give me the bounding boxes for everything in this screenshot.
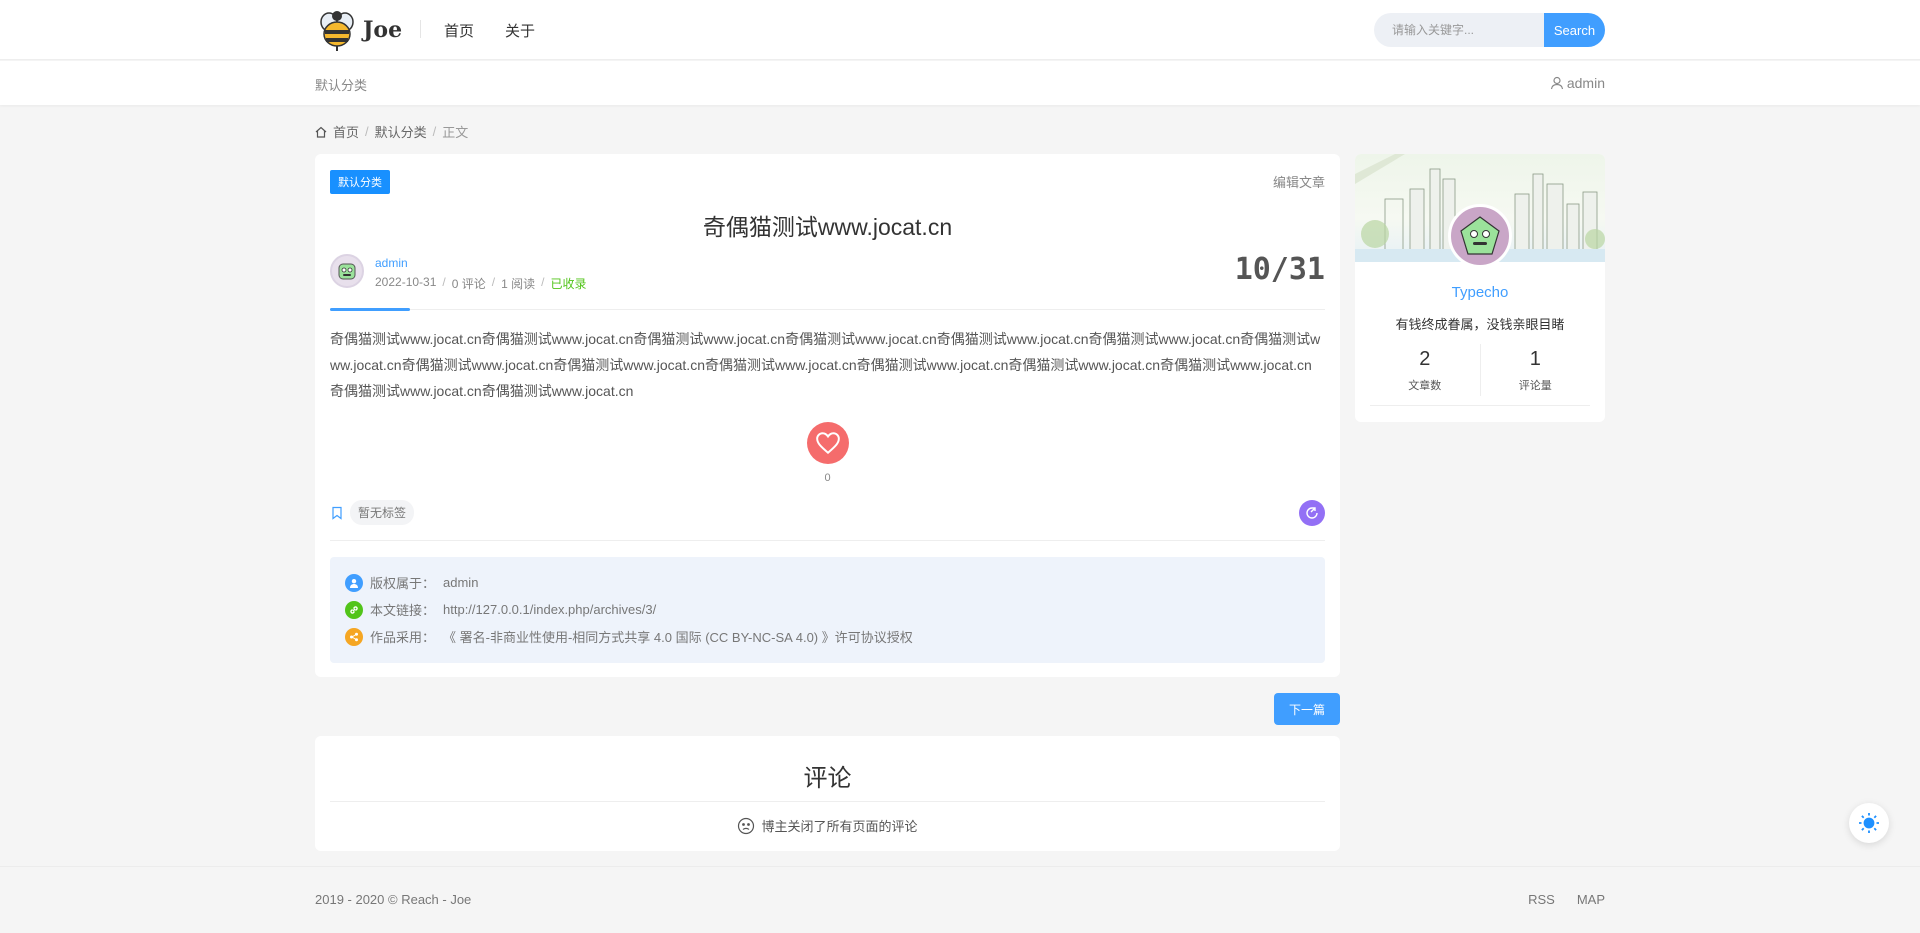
robot-avatar-icon xyxy=(1460,216,1500,255)
sun-icon xyxy=(1859,813,1879,833)
breadcrumb-category[interactable]: 默认分类 xyxy=(375,122,427,141)
breadcrumb-current: 正文 xyxy=(442,125,469,140)
breadcrumb-separator: / xyxy=(365,124,369,139)
search-bar: Search xyxy=(1374,13,1605,47)
top-header: Joe 首页 关于 Search xyxy=(0,0,1920,60)
meta-separator: / xyxy=(491,275,496,289)
meta-separator: / xyxy=(541,275,545,289)
copyright-box: 版权属于： admin 本文链接： http://127.0.0.1/index… xyxy=(330,557,1325,663)
stat-comments-label: 评论量 xyxy=(1518,380,1552,392)
next-post-button[interactable]: 下一篇 xyxy=(1274,693,1340,725)
copyright-owner-row: 版权属于： admin xyxy=(345,569,1310,596)
share-button[interactable] xyxy=(1299,500,1325,526)
article-category-tag[interactable]: 默认分类 xyxy=(330,170,390,194)
stat-comments-value: 1 xyxy=(1529,348,1541,370)
article-tags: 暂无标签 xyxy=(330,500,415,525)
search-input[interactable] xyxy=(1374,13,1544,47)
footer-copyright: 2019 - 2020 © Reach - Joe xyxy=(315,892,472,907)
search-button[interactable]: Search xyxy=(1544,13,1605,47)
share-nodes-icon xyxy=(345,627,363,646)
copyright-link[interactable]: http://127.0.0.1/index.php/archives/3/ xyxy=(443,602,656,617)
share-icon xyxy=(1306,507,1318,519)
article-read-count: 1 阅读 xyxy=(501,277,536,291)
comments-divider xyxy=(330,801,1325,802)
article-day-badge: 10/31 xyxy=(1234,252,1325,287)
article-meta-info: 2022-10-31 / 0 评论 / 1 阅读 / 已收录 xyxy=(375,275,586,292)
nav-home-link[interactable]: 首页 xyxy=(444,20,474,41)
tags-divider xyxy=(330,540,1325,541)
meta-separator: / xyxy=(442,275,446,289)
sidebar-avatar[interactable] xyxy=(1448,204,1512,268)
theme-toggle-button[interactable] xyxy=(1849,803,1889,843)
copyright-owner: admin xyxy=(443,575,479,590)
subheader-user-name: admin xyxy=(1566,75,1605,91)
comments-closed-notice: 博主关闭了所有页面的评论 xyxy=(315,816,1340,835)
sidebar-author-name[interactable]: Typecho xyxy=(1355,284,1605,301)
stat-posts-label: 文章数 xyxy=(1408,380,1442,392)
footer-map-link[interactable]: MAP xyxy=(1577,892,1605,907)
breadcrumb-home[interactable]: 首页 xyxy=(333,122,359,141)
footer-rss-link[interactable]: RSS xyxy=(1528,892,1555,907)
like-count: 0 xyxy=(824,472,831,484)
copyright-license: 《 署名-非商业性使用-相同方式共享 4.0 国际 (CC BY-NC-SA 4… xyxy=(443,630,913,645)
edit-article-link[interactable]: 编辑文章 xyxy=(1273,172,1325,191)
nav-about-link[interactable]: 关于 xyxy=(505,20,535,41)
bookmark-icon xyxy=(332,506,342,520)
copyright-owner-label: 版权属于： xyxy=(370,576,436,591)
article-title: 奇偶猫测试www.jocat.cn xyxy=(702,214,953,240)
comments-card: 评论 博主关闭了所有页面的评论 xyxy=(315,736,1340,851)
bee-logo-icon xyxy=(320,11,354,51)
subheader-user-link[interactable]: admin xyxy=(1550,75,1605,91)
copyright-license-row: 作品采用： 《 署名-非商业性使用-相同方式共享 4.0 国际 (CC BY-N… xyxy=(345,623,1310,650)
user-icon xyxy=(1550,76,1563,90)
stat-comments: 1 评论量 xyxy=(1479,344,1591,396)
article-card: 默认分类 编辑文章 奇偶猫测试www.jocat.cn admin 2022-1… xyxy=(315,154,1340,677)
site-footer: 2019 - 2020 © Reach - Joe RSS MAP xyxy=(0,866,1920,933)
sidebar-stats: 2 文章数 1 评论量 xyxy=(1370,344,1590,396)
home-icon xyxy=(315,126,327,138)
like-button[interactable] xyxy=(807,422,849,464)
article-meta: admin 2022-10-31 / 0 评论 / 1 阅读 / 已收录 10/… xyxy=(330,252,1325,310)
robot-avatar-icon xyxy=(338,263,356,280)
heart-icon xyxy=(816,432,840,455)
meta-divider-accent xyxy=(330,308,410,311)
author-name[interactable]: admin xyxy=(375,256,408,270)
comments-title: 评论 xyxy=(803,765,852,792)
author-sidebar-card: Typecho 有钱终成眷属，没钱亲眼目睹 2 文章数 1 评论量 xyxy=(1355,154,1605,422)
meta-divider xyxy=(330,309,1325,310)
article-content: 奇偶猫测试www.jocat.cn奇偶猫测试www.jocat.cn奇偶猫测试w… xyxy=(330,331,1321,399)
breadcrumb-separator: / xyxy=(432,124,437,139)
site-logo[interactable]: Joe xyxy=(315,8,402,52)
logo-text: Joe xyxy=(363,17,403,43)
article-indexed-status: 已收录 xyxy=(550,277,587,291)
person-icon xyxy=(345,573,363,592)
link-icon xyxy=(345,600,363,619)
breadcrumb: 首页 / 默认分类 / 正文 xyxy=(315,122,468,141)
article-comment-count: 0 评论 xyxy=(451,277,486,291)
sub-header: 默认分类 admin xyxy=(0,61,1920,105)
author-avatar[interactable] xyxy=(330,254,364,288)
article-date: 2022-10-31 xyxy=(375,275,437,289)
sidebar-motto: 有钱终成眷属，没钱亲眼目睹 xyxy=(1395,317,1565,332)
nav-divider xyxy=(420,20,421,38)
comments-closed-text: 博主关闭了所有页面的评论 xyxy=(761,819,918,834)
footer-links: RSS MAP xyxy=(1528,892,1605,907)
subheader-category-link[interactable]: 默认分类 xyxy=(315,75,367,94)
copyright-link-row: 本文链接： http://127.0.0.1/index.php/archive… xyxy=(345,596,1310,623)
stat-posts: 2 文章数 xyxy=(1370,344,1480,396)
copyright-license-label: 作品采用： xyxy=(370,630,436,645)
copyright-link-label: 本文链接： xyxy=(370,603,436,618)
stat-posts-value: 2 xyxy=(1419,348,1431,370)
sidebar-divider xyxy=(1370,405,1590,406)
sad-face-icon xyxy=(738,817,755,834)
no-tags-label: 暂无标签 xyxy=(350,500,415,525)
